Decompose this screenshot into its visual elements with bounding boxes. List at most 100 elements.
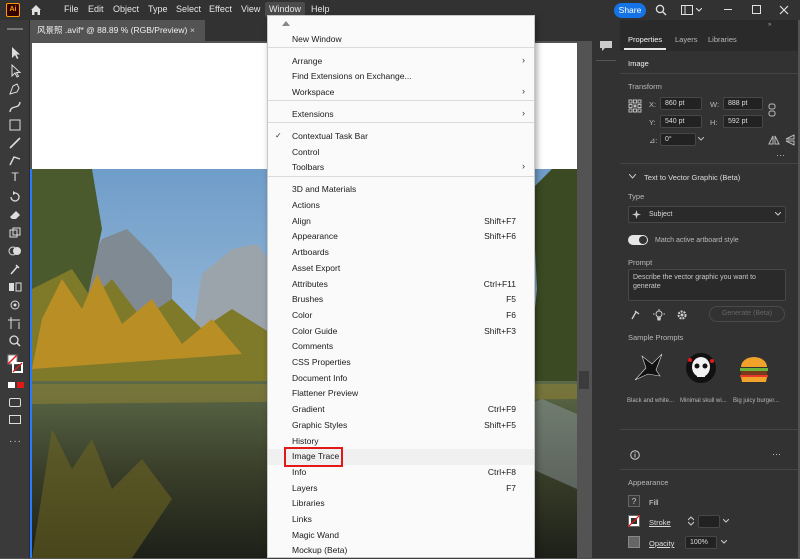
menu-select[interactable]: Select [176, 4, 201, 14]
menu-item-mockup-beta[interactable]: Mockup (Beta) [268, 543, 534, 559]
stepper-icon[interactable] [688, 516, 694, 526]
search-icon[interactable] [655, 4, 667, 16]
h-field[interactable]: 592 pt [723, 115, 763, 128]
menu-item-arrange[interactable]: Arrange › [268, 54, 534, 70]
canvas-scrollbar[interactable] [579, 371, 589, 389]
menu-item-color[interactable]: Color F6 [268, 308, 534, 324]
settings-gear-icon[interactable] [676, 309, 688, 321]
menu-item-layers[interactable]: Layers F7 [268, 481, 534, 497]
zoom-tool-icon[interactable] [7, 334, 23, 348]
menu-item-css-properties[interactable]: CSS Properties [268, 355, 534, 371]
minimize-icon[interactable] [724, 9, 732, 10]
rotate-tool-icon[interactable] [7, 190, 23, 204]
flip-horizontal-icon[interactable] [768, 134, 780, 146]
menu-window[interactable]: Window [269, 4, 301, 14]
color-mode-icon[interactable] [8, 382, 15, 388]
comments-icon[interactable] [599, 40, 613, 52]
menu-help[interactable]: Help [311, 4, 330, 14]
w-field[interactable]: 888 pt [723, 97, 763, 110]
effects-icon[interactable] [653, 309, 665, 321]
more-tools-icon[interactable]: ··· [9, 436, 22, 447]
panel-collapse-icon[interactable]: » [768, 22, 771, 28]
constrain-proportions-icon[interactable] [768, 103, 776, 117]
chevron-down-icon[interactable] [698, 137, 704, 141]
chevron-down-icon[interactable] [696, 8, 702, 12]
sample-prompt-2[interactable]: Minimal skull wi... [680, 398, 727, 404]
eyedropper-tool-icon[interactable] [7, 262, 23, 276]
reference-point-icon[interactable] [628, 99, 642, 113]
menu-item-3d-and-materials[interactable]: 3D and Materials [268, 182, 534, 198]
match-style-toggle[interactable] [628, 235, 648, 245]
tab-close-icon[interactable]: × [190, 20, 195, 41]
sample-skull-image[interactable] [684, 352, 718, 386]
menu-item-artboards[interactable]: Artboards [268, 245, 534, 261]
stroke-weight-field[interactable] [698, 515, 720, 528]
menu-edit[interactable]: Edit [88, 4, 104, 14]
menu-item-extensions[interactable]: Extensions › [268, 107, 534, 123]
fill-stroke-swatch-icon[interactable] [7, 354, 23, 376]
menu-item-appearance[interactable]: Appearance Shift+F6 [268, 229, 534, 245]
direct-selection-tool-icon[interactable] [7, 64, 23, 78]
y-field[interactable]: 540 pt [660, 115, 702, 128]
selection-tool-icon[interactable] [7, 46, 23, 60]
toolbar-grip[interactable] [7, 28, 23, 30]
pen-tool-icon[interactable] [7, 82, 23, 96]
angle-field[interactable]: 0° [660, 133, 696, 146]
share-button[interactable]: Share [614, 3, 646, 18]
tab-properties[interactable]: Properties [628, 35, 662, 44]
menu-item-contextual-task-bar[interactable]: ✓ Contextual Task Bar [268, 129, 534, 145]
prompt-textarea[interactable]: Describe the vector graphic you want to … [628, 269, 786, 301]
menu-type[interactable]: Type [148, 4, 168, 14]
sample-bird-image[interactable] [632, 350, 666, 390]
symbol-sprayer-tool-icon[interactable] [7, 298, 23, 312]
screen-mode-icon[interactable] [9, 415, 21, 424]
chevron-down-icon[interactable] [629, 174, 636, 179]
draw-mode-icon[interactable] [9, 398, 21, 407]
menu-item-graphic-styles[interactable]: Graphic Styles Shift+F5 [268, 418, 534, 434]
generate-button[interactable]: Generate (Beta) [709, 306, 785, 322]
chevron-down-icon[interactable] [721, 540, 727, 544]
menu-item-gradient[interactable]: Gradient Ctrl+F9 [268, 402, 534, 418]
menu-effect[interactable]: Effect [209, 4, 232, 14]
menu-item-find-extensions-on-exchange[interactable]: Find Extensions on Exchange... [268, 69, 534, 85]
stroke-swatch[interactable] [628, 515, 640, 527]
sample-burger-image[interactable] [737, 352, 771, 386]
rectangle-tool-icon[interactable] [7, 118, 23, 132]
menu-item-workspace[interactable]: Workspace › [268, 85, 534, 101]
opacity-swatch[interactable] [628, 536, 640, 548]
menu-item-attributes[interactable]: Attributes Ctrl+F11 [268, 277, 534, 293]
menu-file[interactable]: File [64, 4, 79, 14]
menu-item-control[interactable]: Control [268, 145, 534, 161]
sample-prompt-1[interactable]: Black and white... [627, 398, 674, 404]
curvature-tool-icon[interactable] [7, 100, 23, 114]
style-picker-icon[interactable] [630, 309, 642, 321]
sample-prompt-3[interactable]: Big juicy burger... [733, 398, 779, 404]
x-field[interactable]: 860 pt [660, 97, 702, 110]
menu-item-flattener-preview[interactable]: Flattener Preview [268, 386, 534, 402]
shape-builder-tool-icon[interactable] [7, 244, 23, 258]
menu-item-comments[interactable]: Comments [268, 339, 534, 355]
more-options-icon[interactable]: ··· [772, 449, 781, 459]
more-options-icon[interactable]: ··· [776, 150, 785, 160]
menu-item-links[interactable]: Links [268, 512, 534, 528]
none-mode-icon[interactable] [17, 382, 24, 388]
artboard-tool-icon[interactable] [7, 316, 23, 330]
menu-view[interactable]: View [241, 4, 260, 14]
menu-item-color-guide[interactable]: Color Guide Shift+F3 [268, 324, 534, 340]
t2v-type-dropdown[interactable]: Subject [628, 206, 786, 223]
shaper-tool-icon[interactable] [7, 154, 23, 168]
workspace-switcher-icon[interactable] [681, 5, 693, 15]
flip-vertical-icon[interactable] [784, 134, 796, 146]
info-icon[interactable] [630, 450, 640, 460]
eraser-tool-icon[interactable] [7, 208, 23, 222]
menu-item-info[interactable]: Info Ctrl+F8 [268, 465, 534, 481]
tab-libraries[interactable]: Libraries [708, 35, 737, 44]
menu-item-toolbars[interactable]: Toolbars › [268, 160, 534, 176]
menu-item-libraries[interactable]: Libraries [268, 496, 534, 512]
home-icon[interactable] [29, 3, 43, 17]
tab-layers[interactable]: Layers [675, 35, 698, 44]
stroke-label[interactable]: Stroke [649, 518, 671, 527]
menu-item-asset-export[interactable]: Asset Export [268, 261, 534, 277]
opacity-label[interactable]: Opacity [649, 539, 674, 548]
document-tab[interactable]: 风景照 .avif* @ 88.89 % (RGB/Preview) × [30, 20, 205, 41]
